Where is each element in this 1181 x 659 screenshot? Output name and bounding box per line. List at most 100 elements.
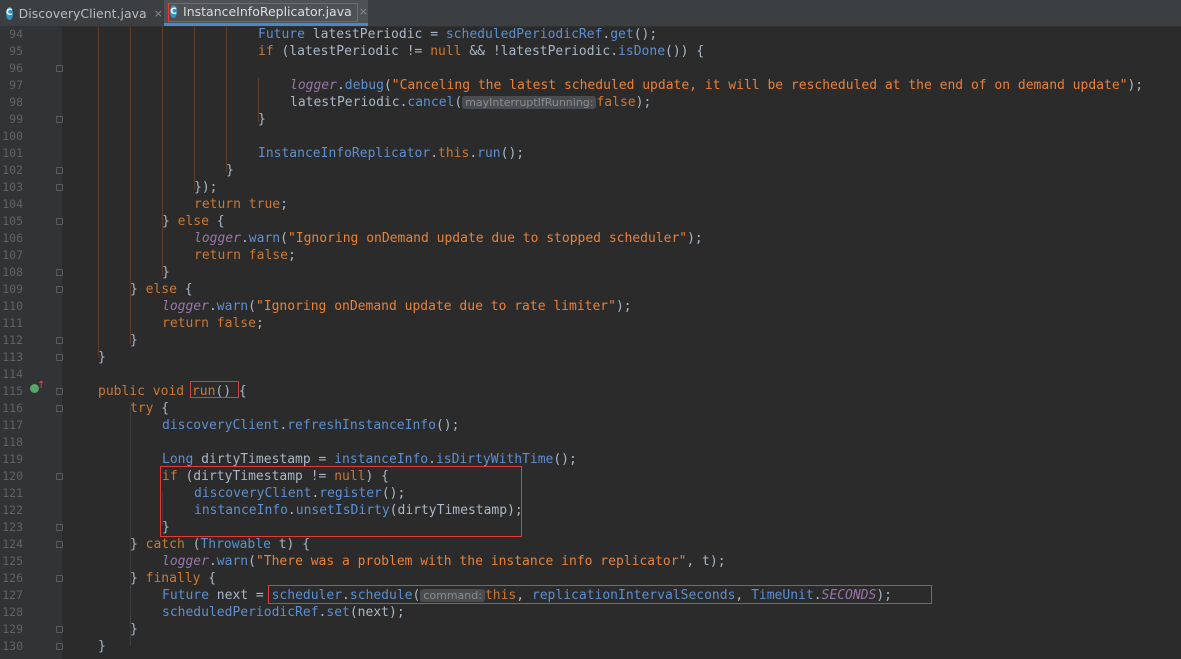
token: ( (184, 537, 201, 552)
token: . (469, 146, 478, 161)
fold-marker[interactable] (56, 354, 63, 361)
code-line-125[interactable]: logger.warn("There was a problem with th… (66, 553, 726, 570)
code-line-94[interactable]: Future latestPeriodic = scheduledPeriodi… (66, 26, 657, 43)
token: ( (280, 231, 288, 246)
fold-marker[interactable] (56, 405, 63, 412)
code-line-126[interactable]: } finally { (66, 570, 216, 587)
token: scheduledPeriodicRef (445, 27, 603, 42)
token: finally (145, 571, 201, 586)
code-line-106[interactable]: logger.warn("Ignoring onDemand update du… (66, 230, 703, 247)
fold-marker[interactable] (56, 65, 63, 72)
fold-marker[interactable] (56, 473, 63, 480)
code-line-110[interactable]: logger.warn("Ignoring onDemand update du… (66, 298, 632, 315)
code-line-115[interactable]: public void run() { (66, 383, 247, 400)
fold-marker[interactable] (56, 541, 63, 548)
java-class-icon: C (170, 5, 178, 18)
token: . (430, 146, 439, 161)
token: ); (876, 588, 892, 603)
token: refreshInstanceInfo (287, 418, 436, 433)
token: instanceInfo (334, 452, 429, 467)
close-icon[interactable]: × (359, 5, 368, 18)
line-number: 125 (2, 554, 23, 568)
line-number: 100 (2, 129, 23, 143)
token: "Ignoring onDemand update due to stopped… (287, 231, 688, 246)
close-icon[interactable]: × (154, 7, 163, 20)
token: latestPeriodic = (304, 27, 446, 42)
code-line-130[interactable]: } (66, 638, 106, 655)
token: ); (687, 231, 703, 246)
token: true (248, 197, 281, 212)
fold-marker[interactable] (56, 269, 63, 276)
fold-marker[interactable] (56, 388, 63, 395)
token: } (162, 520, 170, 535)
up-arrow-icon[interactable]: ↑ (37, 380, 45, 391)
code-line-98[interactable]: latestPeriodic.cancel(mayInterruptIfRunn… (66, 94, 651, 111)
code-line-128[interactable]: scheduledPeriodicRef.set(next); (66, 604, 405, 621)
fold-marker[interactable] (56, 218, 63, 225)
token: && !latestPeriodic. (461, 44, 619, 59)
code-line-119[interactable]: Long dirtyTimestamp = instanceInfo.isDir… (66, 451, 577, 468)
fold-marker[interactable] (56, 524, 63, 531)
fold-marker[interactable] (56, 167, 63, 174)
token: (); (500, 146, 525, 161)
code-line-116[interactable]: try { (66, 400, 169, 417)
code-line-120[interactable]: if (dirtyTimestamp != null) { (66, 468, 389, 485)
token: (latestPeriodic != (273, 44, 431, 59)
fold-marker[interactable] (56, 286, 63, 293)
line-number: 124 (2, 537, 23, 551)
fold-marker[interactable] (56, 116, 63, 123)
code-line-121[interactable]: discoveryClient.register(); (66, 485, 405, 502)
code-line-99[interactable]: } (66, 111, 266, 128)
fold-marker[interactable] (56, 626, 63, 633)
token: dirtyTimestamp = (193, 452, 335, 467)
tab-discovery-client[interactable]: C DiscoveryClient.java × (0, 0, 163, 26)
token: else (177, 214, 209, 229)
token: . (813, 588, 822, 603)
token: } (130, 622, 138, 637)
code-line-124[interactable]: } catch (Throwable t) { (66, 536, 310, 553)
code-line-103[interactable]: }); (66, 179, 217, 196)
line-number: 118 (2, 435, 23, 449)
code-editor[interactable]: ↑ 94 95 96 97 98 99 100 101 102 103 104 … (0, 26, 1181, 659)
line-number: 94 (9, 27, 23, 41)
token: logger (194, 231, 241, 246)
token: schedule (349, 588, 413, 603)
fold-marker[interactable] (56, 337, 63, 344)
line-number: 106 (2, 231, 23, 245)
code-line-112[interactable]: } (66, 332, 138, 349)
code-line-127[interactable]: Future next = scheduler.schedule(command… (66, 587, 892, 604)
token: unsetIsDirty (295, 503, 390, 518)
code-line-105[interactable]: } else { (66, 213, 225, 230)
code-line-109[interactable]: } else { (66, 281, 193, 298)
tab-instance-info-replicator[interactable]: C InstanceInfoReplicator.java × (164, 0, 368, 26)
token: ()) { (665, 44, 705, 59)
token: . (208, 554, 217, 569)
code-line-122[interactable]: instanceInfo.unsetIsDirty(dirtyTimestamp… (66, 502, 523, 519)
code-line-111[interactable]: return false; (66, 315, 264, 332)
token: ( (248, 554, 256, 569)
code-line-107[interactable]: return false; (66, 247, 296, 264)
token: catch (145, 537, 185, 552)
code-line-97[interactable]: logger.debug("Canceling the latest sched… (66, 77, 1143, 94)
code-line-113[interactable]: } (66, 349, 106, 366)
line-number: 122 (2, 503, 23, 517)
line-number: 115 (2, 384, 23, 398)
code-line-104[interactable]: return true; (66, 196, 288, 213)
fold-marker[interactable] (56, 575, 63, 582)
code-line-108[interactable]: } (66, 264, 170, 281)
line-number: 98 (9, 95, 23, 109)
code-line-101[interactable]: InstanceInfoReplicator.this.run(); (66, 145, 524, 162)
line-number: 113 (2, 350, 23, 364)
code-line-123[interactable]: } (66, 519, 170, 536)
editor-tab-bar: C DiscoveryClient.java × C InstanceInfoR… (0, 0, 1181, 27)
line-number: 128 (2, 605, 23, 619)
code-line-117[interactable]: discoveryClient.refreshInstanceInfo(); (66, 417, 459, 434)
fold-marker[interactable] (56, 184, 63, 191)
token: (); (553, 452, 577, 467)
code-line-129[interactable]: } (66, 621, 138, 638)
fold-marker[interactable] (56, 643, 63, 650)
code-line-95[interactable]: if (latestPeriodic != null && !latestPer… (66, 43, 704, 60)
code-line-102[interactable]: } (66, 162, 234, 179)
